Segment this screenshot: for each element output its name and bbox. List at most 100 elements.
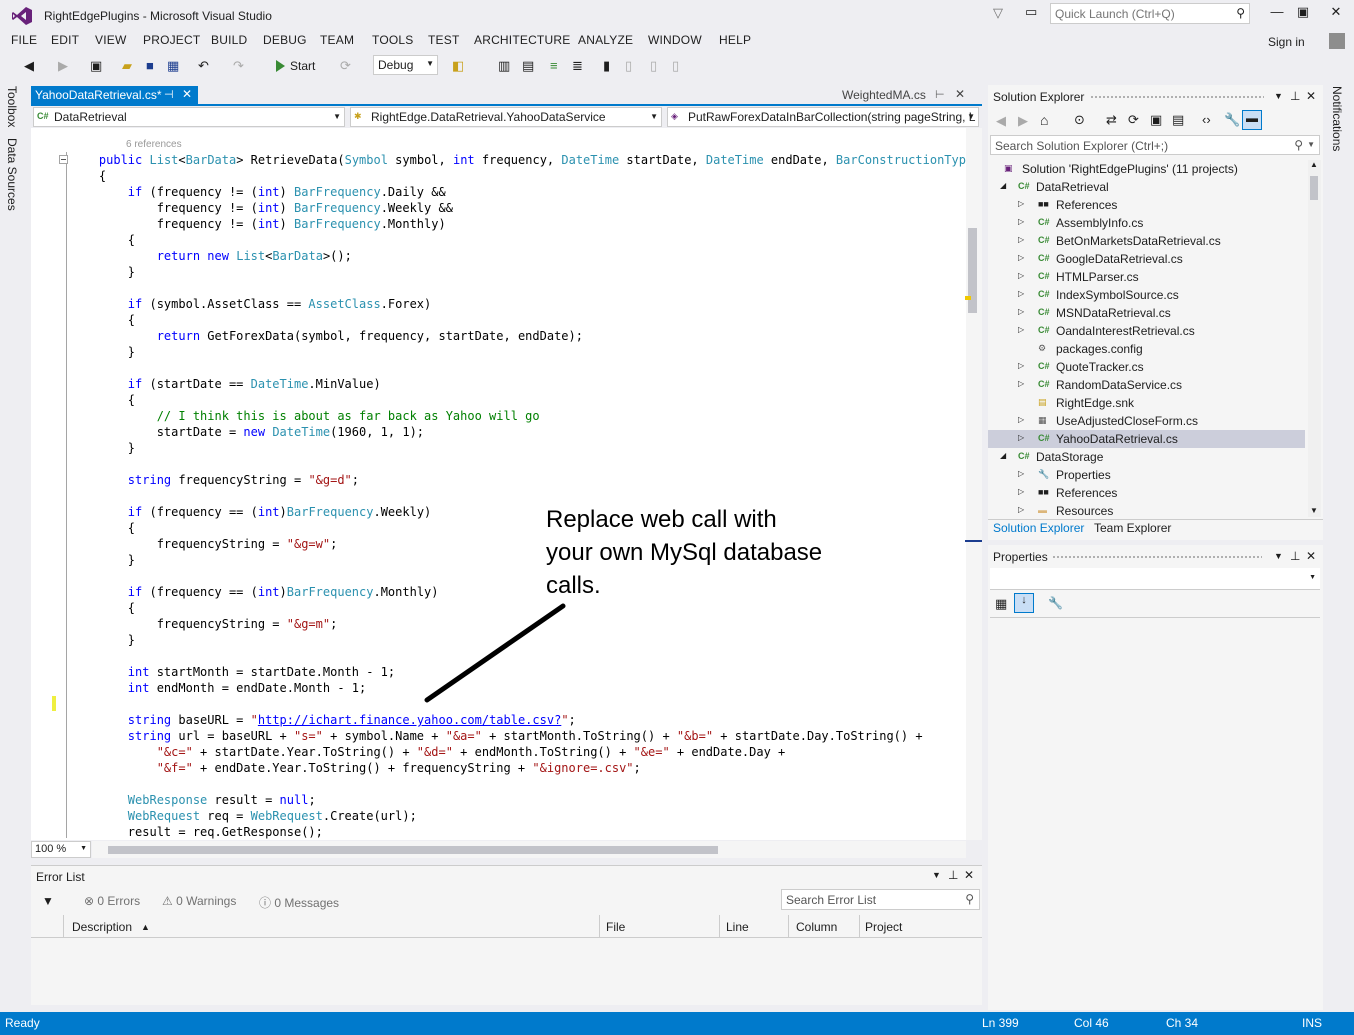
account-icon[interactable]: [1329, 33, 1345, 49]
navigate-forward-icon[interactable]: ▶: [58, 58, 68, 74]
close-tab-icon[interactable]: ✕: [182, 87, 192, 101]
tree-item[interactable]: ▷ C# OandaInterestRetrieval.cs: [988, 322, 1305, 340]
pin-icon[interactable]: ⊥: [948, 868, 958, 882]
column-file[interactable]: File: [606, 920, 625, 934]
back-icon[interactable]: ◀: [996, 113, 1006, 129]
panel-grip[interactable]: [1090, 95, 1264, 99]
error-list-search-input[interactable]: Search Error List ⚲: [781, 889, 980, 910]
tree-item[interactable]: ▷ C# YahooDataRetrieval.cs: [988, 430, 1305, 448]
close-panel-icon[interactable]: ✕: [964, 868, 974, 882]
property-pages-wrench-icon[interactable]: 🔧: [1048, 596, 1063, 610]
previous-bookmark-icon[interactable]: ▯: [625, 58, 632, 74]
menu-architecture[interactable]: ARCHITECTURE: [474, 33, 570, 47]
panel-grip[interactable]: [1052, 555, 1262, 559]
refresh-icon[interactable]: ⟳: [340, 58, 351, 74]
properties-object-select[interactable]: ▼: [990, 568, 1320, 590]
undo-icon[interactable]: ↶: [198, 58, 209, 74]
expand-arrow-icon[interactable]: ▷: [1018, 433, 1024, 442]
menu-project[interactable]: PROJECT: [143, 33, 200, 47]
expand-arrow-icon[interactable]: ▷: [1018, 199, 1024, 208]
tree-item[interactable]: ▣ Solution 'RightEdgePlugins' (11 project…: [988, 160, 1305, 178]
solution-tree-scrollbar[interactable]: ▲ ▼: [1308, 160, 1321, 517]
menu-analyze[interactable]: ANALYZE: [578, 33, 633, 47]
collapse-arrow-icon[interactable]: ◢: [1000, 181, 1006, 190]
save-all-icon[interactable]: ▦: [167, 58, 179, 74]
comment-lines-icon[interactable]: ≡: [550, 58, 558, 73]
clear-bookmarks-icon[interactable]: ▯: [672, 58, 679, 74]
refresh-icon[interactable]: ⟳: [1128, 112, 1139, 128]
close-panel-icon[interactable]: ✕: [1306, 89, 1316, 103]
expand-arrow-icon[interactable]: ▷: [1018, 361, 1024, 370]
expand-arrow-icon[interactable]: ▷: [1018, 235, 1024, 244]
tree-item[interactable]: ▷ ■■ References: [988, 484, 1305, 502]
menu-build[interactable]: BUILD: [211, 33, 247, 47]
expand-arrow-icon[interactable]: ▷: [1018, 307, 1024, 316]
alphabetical-icon[interactable]: ↓: [1014, 593, 1034, 613]
codelens-references[interactable]: 6 references: [126, 139, 182, 150]
pin-icon[interactable]: ⊣: [164, 88, 174, 101]
tab-team-explorer[interactable]: Team Explorer: [1094, 521, 1171, 535]
expand-arrow-icon[interactable]: ▷: [1018, 469, 1024, 478]
navigate-back-icon[interactable]: ◀: [24, 58, 34, 74]
notifications-tab[interactable]: Notifications: [1330, 86, 1344, 151]
categorized-icon[interactable]: ▦: [995, 596, 1007, 612]
redo-icon[interactable]: ↷: [233, 58, 244, 74]
new-project-icon[interactable]: ▣: [90, 58, 102, 74]
find-in-files-icon[interactable]: ◧: [452, 58, 464, 74]
menu-debug[interactable]: DEBUG: [263, 33, 307, 47]
tree-item[interactable]: ▷ ▦ UseAdjustedCloseForm.cs: [988, 412, 1305, 430]
show-all-files-icon[interactable]: ▤: [1172, 112, 1184, 128]
menu-edit[interactable]: EDIT: [51, 33, 79, 47]
expand-arrow-icon[interactable]: ▷: [1018, 289, 1024, 298]
type-navigation-dropdown[interactable]: ✱ RightEdge.DataRetrieval.YahooDataServi…: [350, 107, 662, 127]
menu-test[interactable]: TEST: [428, 33, 459, 47]
menu-file[interactable]: FILE: [11, 33, 37, 47]
panel-menu-chevron-icon[interactable]: ▼: [1274, 551, 1283, 561]
home-icon[interactable]: ⌂: [1040, 112, 1048, 128]
maximize-button[interactable]: ▣: [1292, 4, 1314, 22]
menu-view[interactable]: VIEW: [95, 33, 126, 47]
menu-tools[interactable]: TOOLS: [372, 33, 413, 47]
warnings-filter-button[interactable]: ⚠ 0 Warnings: [162, 894, 236, 908]
tree-item[interactable]: ▷ C# GoogleDataRetrieval.cs: [988, 250, 1305, 268]
errors-filter-button[interactable]: ⊗ 0 Errors: [84, 894, 140, 908]
quick-launch-box[interactable]: ⚲: [1050, 3, 1250, 24]
tree-item[interactable]: ▷ ▬ Resources: [988, 502, 1305, 517]
collapse-region-icon[interactable]: [59, 155, 68, 164]
tree-item[interactable]: ▷ C# HTMLParser.cs: [988, 268, 1305, 286]
solution-explorer-search-input[interactable]: Search Solution Explorer (Ctrl+;) ⚲ ▼: [990, 135, 1320, 155]
column-line[interactable]: Line: [726, 920, 749, 934]
data-sources-tab[interactable]: Data Sources: [5, 138, 19, 211]
tree-item[interactable]: ◢ C# DataRetrieval: [988, 178, 1305, 196]
editor-vertical-scroll-thumb[interactable]: [968, 228, 977, 313]
zoom-level-select[interactable]: 100 % ▼: [31, 841, 91, 858]
tree-item[interactable]: ▷ 🔧 Properties: [988, 466, 1305, 484]
menu-window[interactable]: WINDOW: [648, 33, 702, 47]
tree-item[interactable]: ▷ C# RandomDataService.cs: [988, 376, 1305, 394]
tree-item[interactable]: ▷ C# AssemblyInfo.cs: [988, 214, 1305, 232]
start-debugging-button[interactable]: Start: [276, 56, 315, 76]
editor-horizontal-scroll-thumb[interactable]: [108, 846, 718, 854]
tree-item[interactable]: ◢ C# DataStorage: [988, 448, 1305, 466]
tab-weighted-ma[interactable]: WeightedMA.cs ⊢ ✕: [838, 86, 978, 105]
tree-item[interactable]: ▷ C# MSNDataRetrieval.cs: [988, 304, 1305, 322]
expand-arrow-icon[interactable]: ▷: [1018, 415, 1024, 424]
scroll-up-icon[interactable]: ▲: [1310, 160, 1318, 169]
properties-wrench-icon[interactable]: 🔧: [1224, 112, 1240, 128]
project-navigation-dropdown[interactable]: C# DataRetrieval ▼: [33, 107, 345, 127]
tree-item[interactable]: ▤ RightEdge.snk: [988, 394, 1305, 412]
preview-selected-items-icon[interactable]: ▬: [1242, 110, 1262, 130]
tree-item[interactable]: ⚙ packages.config: [988, 340, 1305, 358]
notification-filter-icon[interactable]: ▽: [993, 5, 1003, 21]
panel-menu-chevron-icon[interactable]: ▼: [932, 870, 941, 880]
uncomment-lines-icon[interactable]: ≣: [572, 58, 583, 74]
scroll-down-icon[interactable]: ▼: [1310, 506, 1318, 515]
tree-item[interactable]: ▷ ■■ References: [988, 196, 1305, 214]
column-description[interactable]: Description: [72, 920, 132, 934]
solution-tree-scroll-thumb[interactable]: [1310, 176, 1318, 200]
column-project[interactable]: Project: [865, 920, 902, 934]
feedback-icon[interactable]: ▭: [1025, 4, 1037, 20]
solution-configurations-icon[interactable]: ▥: [498, 58, 510, 74]
expand-arrow-icon[interactable]: ▷: [1018, 217, 1024, 226]
expand-arrow-icon[interactable]: ▷: [1018, 379, 1024, 388]
